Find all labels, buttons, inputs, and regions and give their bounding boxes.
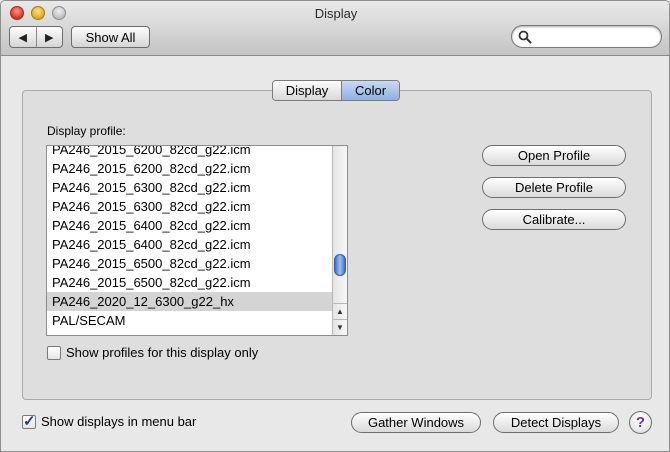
calibrate-button[interactable]: Calibrate...: [482, 209, 626, 230]
show-profiles-only-option[interactable]: Show profiles for this display only: [47, 345, 258, 360]
scroll-down-arrow-icon[interactable]: ▼: [333, 319, 347, 334]
show-profiles-only-checkbox[interactable]: [47, 345, 61, 360]
toolbar: Display ◀ ▶ Show All: [1, 1, 669, 56]
list-item[interactable]: PA246_2015_6200_82cd_g22.icm: [47, 146, 332, 159]
help-icon[interactable]: ?: [629, 411, 652, 434]
search-input[interactable]: [536, 29, 656, 45]
show-profiles-only-label: Show profiles for this display only: [66, 345, 259, 360]
profile-list-scrollbar[interactable]: ▲ ▼: [332, 146, 347, 335]
list-item[interactable]: PA246_2015_6300_82cd_g22.icm: [47, 178, 332, 197]
profile-rows: PA246_2015_6200_82cd_g22.icm PA246_2015_…: [47, 146, 332, 335]
forward-arrow-icon[interactable]: ▶: [37, 27, 63, 47]
show-all-button[interactable]: Show All: [71, 26, 150, 48]
list-item[interactable]: PA246_2015_6200_82cd_g22.icm: [47, 159, 332, 178]
detect-displays-button[interactable]: Detect Displays: [493, 412, 619, 433]
gather-windows-button[interactable]: Gather Windows: [351, 412, 481, 433]
list-item[interactable]: PA246_2015_6300_82cd_g22.icm: [47, 197, 332, 216]
list-item[interactable]: PA246_2015_6400_82cd_g22.icm: [47, 235, 332, 254]
display-profile-list[interactable]: PA246_2015_6200_82cd_g22.icm PA246_2015_…: [46, 145, 348, 336]
scroll-up-arrow-icon[interactable]: ▲: [333, 303, 347, 318]
back-forward-control: ◀ ▶: [9, 26, 63, 48]
list-item[interactable]: PAL/SECAM: [47, 311, 332, 330]
scrollbar-thumb[interactable]: [334, 254, 346, 276]
back-arrow-icon[interactable]: ◀: [10, 27, 37, 47]
window-title: Display: [314, 6, 358, 21]
tab-color[interactable]: Color: [342, 81, 399, 100]
open-profile-button[interactable]: Open Profile: [482, 145, 626, 166]
show-in-menu-bar-option[interactable]: Show displays in menu bar: [22, 412, 197, 430]
display-profile-label: Display profile:: [47, 124, 126, 138]
tab-display[interactable]: Display: [273, 81, 342, 100]
show-in-menu-bar-checkbox[interactable]: [22, 412, 36, 430]
search-icon: [518, 30, 532, 44]
list-item[interactable]: PA246_2015_6400_82cd_g22.icm: [47, 216, 332, 235]
delete-profile-button[interactable]: Delete Profile: [482, 177, 626, 198]
preferences-window: Display ◀ ▶ Show All Display Color Displ…: [0, 0, 670, 452]
search-field[interactable]: [511, 25, 662, 48]
list-item[interactable]: PA246_2015_6500_82cd_g22.icm: [47, 273, 332, 292]
tab-bar: Display Color: [272, 80, 400, 101]
show-in-menu-bar-label: Show displays in menu bar: [41, 414, 197, 429]
list-item-selected[interactable]: PA246_2020_12_6300_g22_hx: [47, 292, 332, 311]
list-item[interactable]: PA246_2015_6500_82cd_g22.icm: [47, 254, 332, 273]
